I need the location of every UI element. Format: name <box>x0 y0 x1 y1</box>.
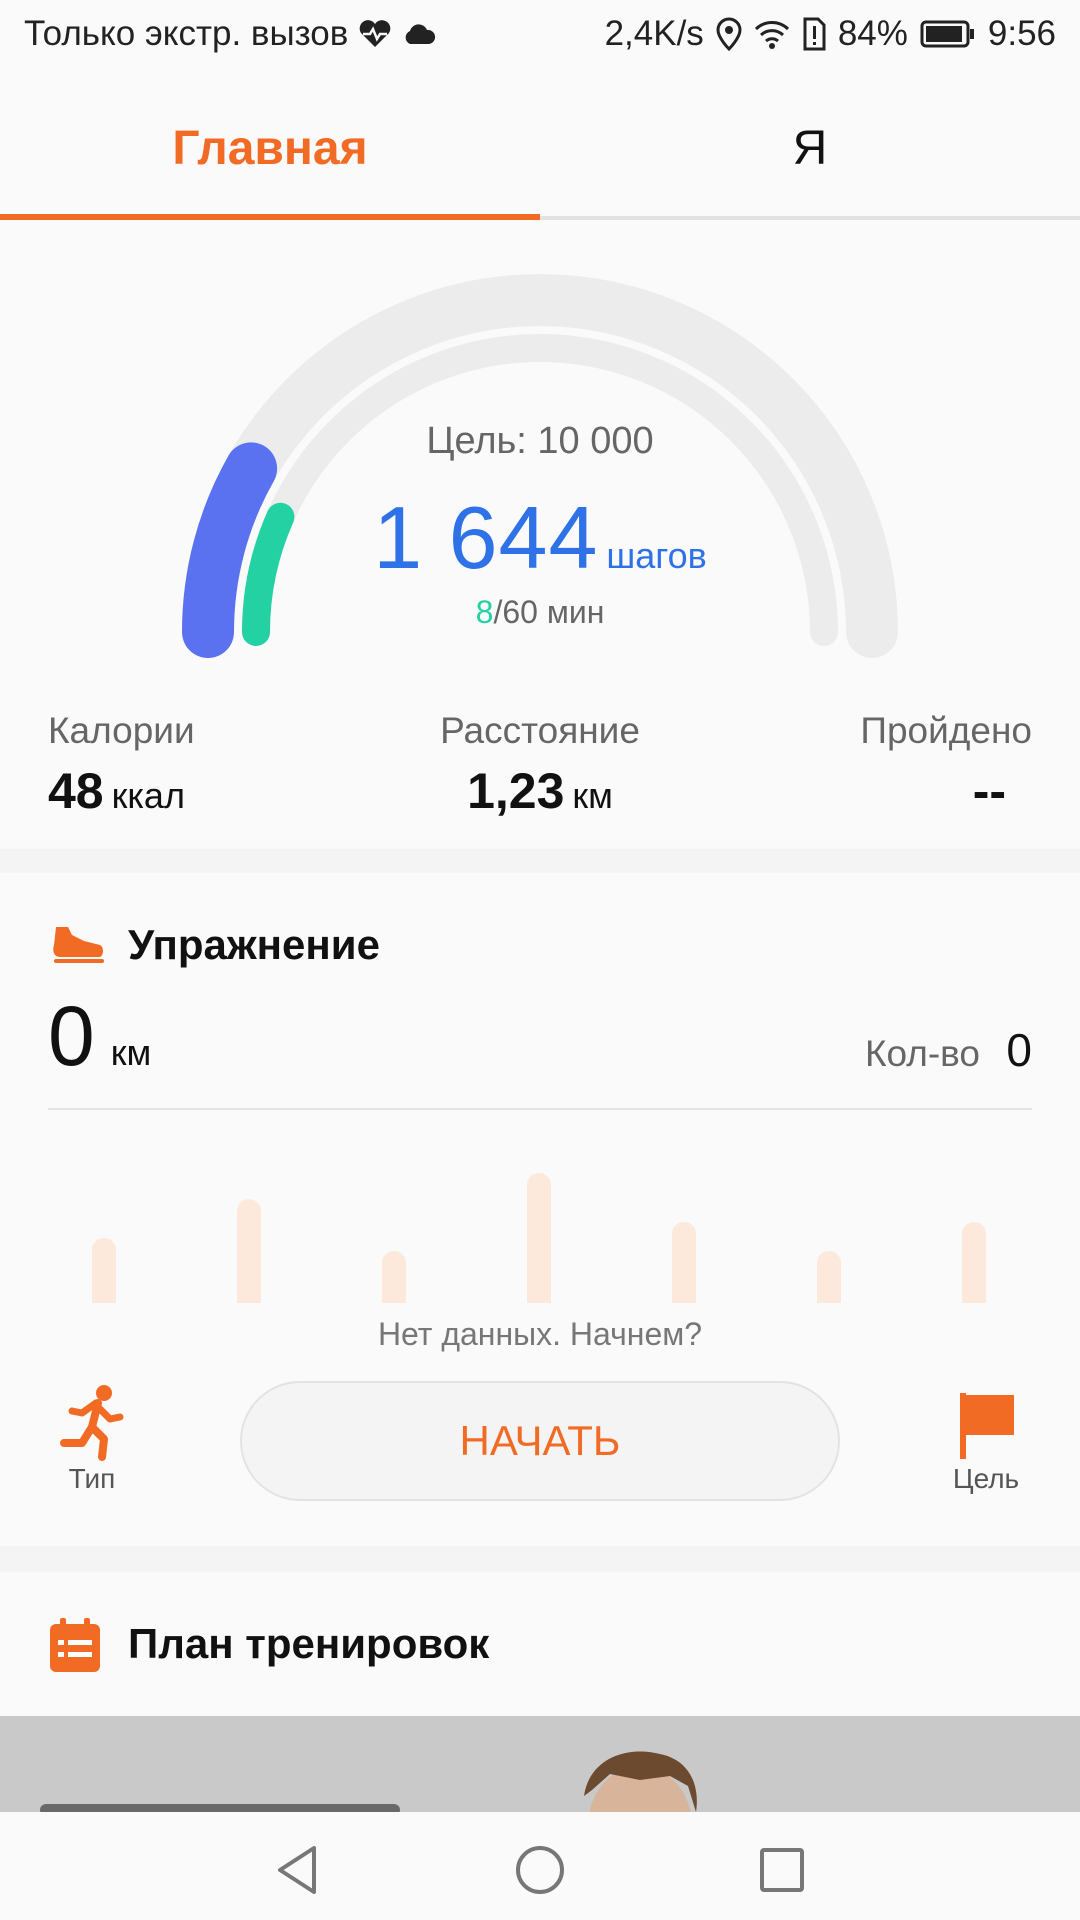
exercise-goal-label: Цель <box>952 1463 1020 1494</box>
exercise-distance-unit: км <box>110 1032 152 1073</box>
step-goal: Цель: 10 000 <box>426 420 654 462</box>
flag-icon <box>960 1393 1014 1459</box>
status-bar-right: 2,4K/s 84% 9:56 <box>605 14 1056 54</box>
running-icon <box>60 1385 124 1461</box>
tab-me[interactable]: Я <box>540 78 1080 218</box>
tab-bar: Главная Я <box>0 78 1080 222</box>
exercise-title: Упражнение <box>128 921 380 968</box>
exercise-placeholder-chart <box>0 1173 1080 1303</box>
exercise-count-value: 0 <box>1006 1024 1032 1076</box>
training-plan-card[interactable]: План тренировок <box>0 1572 1080 1716</box>
location-icon <box>716 17 742 51</box>
placeholder-bar <box>237 1199 261 1303</box>
exercise-card: Упражнение 0 км Кол-во 0 Нет данных. Нач… <box>0 873 1080 1546</box>
home-icon[interactable] <box>512 1842 568 1898</box>
climbed-label: Пройдено <box>860 710 1032 751</box>
training-plan-banner[interactable] <box>0 1716 1080 1816</box>
battery-percent: 84% <box>837 14 908 53</box>
distance-value: 1,23 км <box>0 762 1080 820</box>
placeholder-bar <box>817 1251 841 1303</box>
active-minutes-goal: /60 мин <box>493 594 605 630</box>
exercise-type-button[interactable]: Тип <box>32 1383 152 1495</box>
tab-indicator <box>0 214 540 220</box>
sneaker-icon <box>53 927 104 963</box>
calendar-icon <box>50 1618 100 1672</box>
step-unit: шагов <box>606 535 707 576</box>
step-count: 1 644 <box>373 488 599 587</box>
training-plan-title: План тренировок <box>128 1620 490 1667</box>
cloud-icon <box>405 24 436 44</box>
placeholder-bar <box>92 1238 116 1303</box>
battery-icon <box>920 20 974 48</box>
active-minutes: 8/60 мин <box>0 594 1080 631</box>
sim-alert-icon <box>803 17 826 51</box>
placeholder-bar <box>672 1222 696 1303</box>
placeholder-bar <box>962 1222 986 1303</box>
system-nav-bar <box>0 1812 1080 1920</box>
tab-home[interactable]: Главная <box>0 78 540 218</box>
wifi-icon <box>754 21 789 49</box>
heart-rate-icon <box>360 20 391 47</box>
exercise-type-label: Тип <box>68 1463 116 1494</box>
carrier-text: Только экстр. вызов <box>24 14 349 53</box>
steps-readout: 1 644 шагов <box>0 487 1080 589</box>
distance-unit: км <box>572 775 613 816</box>
distance-number: 1,23 <box>467 763 565 819</box>
status-bar: Только экстр. вызов 2,4K/s 84% 9:56 <box>0 0 1080 78</box>
recents-icon[interactable] <box>754 1842 810 1898</box>
tab-divider <box>540 216 1080 220</box>
exercise-goal-button[interactable]: Цель <box>926 1383 1046 1495</box>
start-workout-button[interactable]: НАЧАТЬ <box>240 1381 840 1501</box>
status-bar-left: Только экстр. вызов <box>24 14 436 54</box>
clock: 9:56 <box>987 14 1056 53</box>
exercise-count-label: Кол-во <box>864 1033 980 1074</box>
no-data-message: Нет данных. Начнем? <box>377 1316 703 1352</box>
exercise-distance: 0 км <box>48 988 151 1085</box>
active-minutes-value: 8 <box>475 594 494 630</box>
placeholder-bar <box>382 1251 406 1303</box>
back-icon[interactable] <box>270 1842 326 1898</box>
exercise-divider <box>48 1108 1032 1110</box>
exercise-distance-value: 0 <box>48 989 95 1083</box>
climbed-value: -- <box>972 763 1006 819</box>
athlete-photo <box>0 1716 1080 1816</box>
network-speed: 2,4K/s <box>604 14 704 53</box>
activity-summary-card[interactable]: Цель: 10 000 1 644 шагов 8/60 мин Калории… <box>0 222 1080 849</box>
placeholder-bar <box>527 1173 551 1303</box>
